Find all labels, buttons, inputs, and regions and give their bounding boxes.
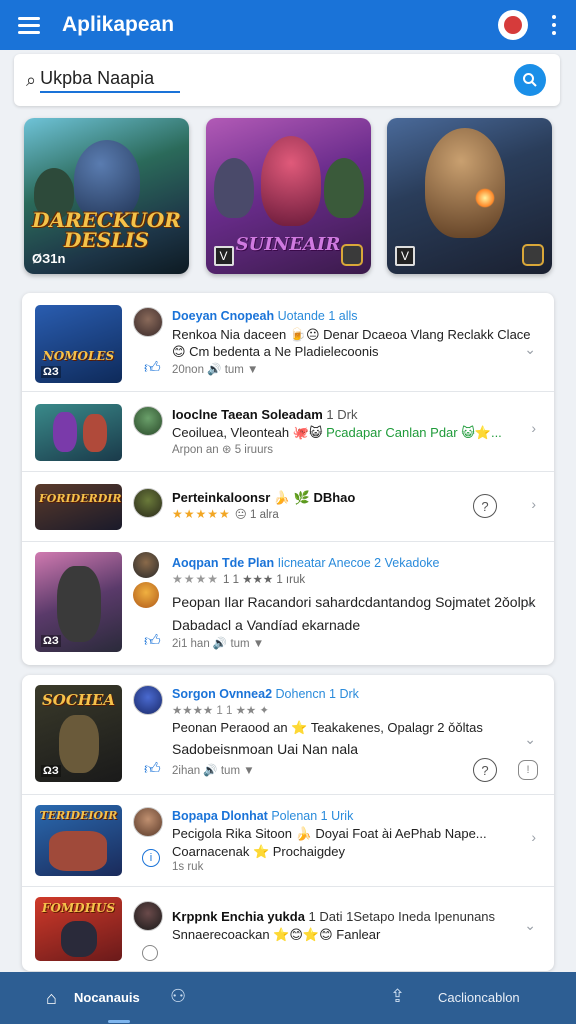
list-item[interactable]: TERIDEIOIR i Bopapa Dlonhat Polenan 1 Ur… (22, 795, 554, 887)
rating-stars: ★★★★ 1 1 ★★ ✦ (172, 705, 270, 717)
info-icon[interactable]: ! (518, 760, 538, 780)
search-input[interactable]: Ukpba Naapia (40, 68, 181, 93)
chevron-down-icon[interactable]: ⌄ (524, 341, 536, 358)
bottom-navigation: ⌂ Nocanauis ⚇ ⇪ Caclioncablon (0, 972, 576, 1024)
info-icon[interactable]: i (142, 849, 160, 867)
app-thumbnail (35, 404, 122, 461)
featured-badge: V (395, 246, 415, 266)
item-meta: 1s ruk (172, 861, 204, 873)
help-icon[interactable]: ? (473, 494, 497, 518)
app-list: NOMOLES ΩЗ Doeyan Cnopeah Uotande 1 alls… (22, 293, 554, 665)
item-line: Pecigola Rika Sitoon 🍌 Doyai Foat ài AeP… (172, 826, 487, 841)
avatar (133, 552, 159, 578)
thumbs-up-icon[interactable]: 👍︎ (144, 359, 161, 378)
people-icon[interactable]: ⚇ (170, 986, 186, 1007)
avatar (133, 685, 163, 715)
coin-icon (340, 244, 363, 266)
avatar (133, 488, 163, 518)
featured-card[interactable]: V (387, 118, 552, 274)
item-meta: 20non 🔊 tum ▼ (172, 364, 259, 376)
app-thumbnail: ΩЗ (35, 552, 122, 652)
avatar (133, 582, 159, 608)
item-meta: Arpon an ⊛ 5 iruurs (172, 444, 274, 456)
thumbs-up-icon[interactable]: 👍︎ (144, 632, 161, 651)
featured-badge: V (213, 246, 234, 266)
account-avatar[interactable] (498, 10, 528, 40)
help-icon[interactable]: ? (473, 758, 497, 782)
avatar (133, 807, 163, 837)
app-thumbnail: NOMOLES ΩЗ (35, 305, 122, 383)
list-item[interactable]: FORIDERDIR Perteinkaloonsr 🍌 🌿 DBhao ★★★… (22, 472, 554, 542)
chevron-down-icon[interactable]: ⌄ (524, 731, 536, 748)
featured-card[interactable]: SUINEAIR V (205, 118, 371, 274)
chevron-right-icon[interactable]: › (531, 420, 536, 436)
menu-icon[interactable] (18, 10, 48, 40)
item-line: Renkoa Nia daceen 🍺😐 Denar Dcaeoa Vlang … (172, 327, 531, 342)
featured-carousel: DARECKUOR DESLIS ØЗ1n SUINEAIR V V (24, 118, 552, 274)
list-item[interactable]: NOMOLES ΩЗ Doeyan Cnopeah Uotande 1 alls… (22, 293, 554, 392)
item-line: Peonan Peraood an ⭐ Teakakenes, Opalagr … (172, 720, 483, 735)
item-title: Krppnk Enchia yukda 1 Dati 1Setapo Ineda… (172, 909, 496, 924)
item-line: Sadobeisnmoan Uai Nan nala (172, 741, 359, 757)
search-icon: ⌕ (26, 69, 37, 90)
list-item[interactable]: FOMDHUS Krppnk Enchia yukda 1 Dati 1Seta… (22, 887, 554, 971)
chevron-right-icon[interactable]: › (531, 829, 536, 845)
magnifier-icon (523, 73, 537, 87)
item-line: Peopan Ilar Racandori sahardcdantandog S… (172, 594, 536, 610)
search-bar: ⌕ Ukpba Naapia (14, 54, 560, 106)
item-meta: 2ihan 🔊 tum ▼ (172, 765, 255, 777)
nav-share-label[interactable]: Caclioncablon (438, 990, 520, 1005)
item-line: Dabadacl a Vandíad ekarnade (172, 617, 361, 633)
list-item[interactable]: SOCHEA ΩЗ Sorgon Ovnnea2 Dohencn 1 Drk ★… (22, 675, 554, 795)
rating-stars: ★★★★★ 😐 1 alra (172, 507, 279, 521)
app-thumbnail: TERIDEIOIR (35, 805, 122, 876)
item-title: Iooclne Taean Soleadam 1 Drk (172, 407, 358, 422)
item-line: Coarnacenak ⭐ Prochaigdey (172, 844, 346, 859)
item-line: 😊 Cm bedenta a Ne Pladielecoonis (172, 344, 379, 359)
nav-home-label[interactable]: Nocanauis (74, 990, 140, 1005)
item-title: Bopapa Dlonhat Polenan 1 Urik (172, 809, 354, 823)
status-icon (142, 945, 158, 961)
more-options-icon[interactable] (550, 15, 558, 35)
featured-card[interactable]: DARECKUOR DESLIS ØЗ1n (24, 118, 189, 274)
item-title: Sorgon Ovnnea2 Dohencn 1 Drk (172, 687, 359, 701)
item-line: Ceoiluea, Vleonteah 🐙😺 Pcadapar Canlan P… (172, 425, 502, 440)
chevron-down-icon[interactable]: ⌄ (524, 594, 536, 611)
item-title: Doeyan Cnopeah Uotande 1 alls (172, 309, 358, 323)
chevron-down-icon[interactable]: ⌄ (524, 917, 536, 934)
list-item[interactable]: Iooclne Taean Soleadam 1 Drk Ceoiluea, V… (22, 392, 554, 472)
app-thumbnail: SOCHEA ΩЗ (35, 685, 122, 782)
home-icon[interactable]: ⌂ (46, 988, 57, 1009)
chevron-right-icon[interactable]: › (531, 496, 536, 512)
item-title: Aoqpan Tde Plan Iicneatar Anecoe 2 Vekad… (172, 556, 440, 570)
avatar (133, 307, 163, 337)
featured-caption: ØЗ1n (32, 251, 66, 266)
avatar (133, 406, 163, 436)
active-tab-indicator (108, 1020, 130, 1023)
app-thumbnail: FOMDHUS (35, 897, 122, 961)
rating-stars: ★★★★ 1 1 ★★★ 1 ıruk (172, 572, 306, 586)
thumbs-up-icon[interactable]: 👍︎ (144, 760, 161, 779)
item-meta: 2i1 han 🔊 tum ▼ (172, 638, 265, 650)
search-button[interactable] (514, 64, 546, 96)
share-icon[interactable]: ⇪ (390, 986, 405, 1007)
item-title: Perteinkaloonsr 🍌 🌿 DBhao (172, 490, 356, 505)
coin-icon (522, 244, 544, 266)
app-title: Aplikapean (62, 13, 175, 36)
app-list: SOCHEA ΩЗ Sorgon Ovnnea2 Dohencn 1 Drk ★… (22, 675, 554, 971)
list-item[interactable]: ΩЗ Aoqpan Tde Plan Iicneatar Anecoe 2 Ve… (22, 542, 554, 665)
avatar (133, 901, 163, 931)
app-thumbnail: FORIDERDIR (35, 484, 122, 530)
app-bar: Aplikapean (0, 0, 576, 50)
item-line: Snnaerecoackan ⭐😊⭐😊 Fanlear (172, 927, 381, 942)
featured-logo: DARECKUOR DESLIS (32, 208, 181, 252)
